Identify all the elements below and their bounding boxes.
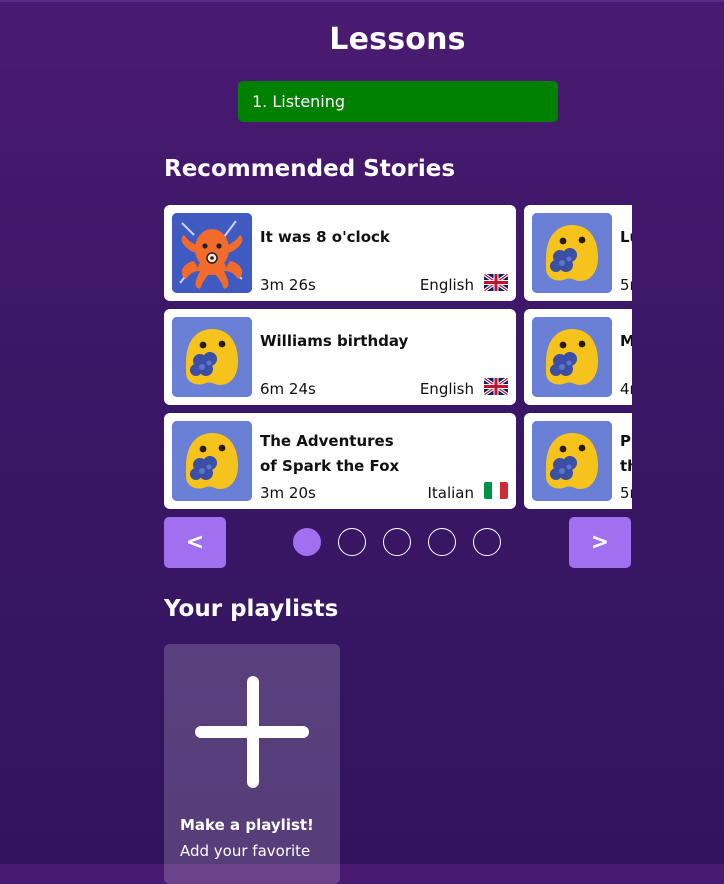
story-title-line: th (620, 457, 632, 475)
yellow-blob-with-blueberries-image (532, 213, 612, 293)
yellow-blob-with-blueberries-image (532, 317, 612, 397)
italy-flag-icon (484, 482, 508, 499)
lesson-selector[interactable]: 1. Listening (238, 81, 558, 122)
story-language: English (419, 276, 474, 294)
story-card[interactable]: It was 8 o'clock 3m 26s English (164, 205, 516, 301)
top-border (0, 0, 724, 2)
uk-flag-icon (484, 378, 508, 395)
create-playlist-card[interactable]: Make a playlist! Add your favorite (164, 644, 340, 884)
yellow-blob-with-blueberries-image (172, 317, 252, 397)
story-duration: 4r (620, 380, 632, 398)
story-title: It was 8 o'clock (260, 228, 390, 246)
story-duration: 3m 20s (260, 484, 316, 502)
page-dot-5[interactable] (473, 528, 501, 556)
story-card[interactable]: Pi th 5r (524, 413, 632, 509)
story-duration: 3m 26s (260, 276, 316, 294)
yellow-blob-with-blueberries-image (532, 421, 612, 501)
prev-page-button[interactable]: < (164, 517, 226, 568)
stories-carousel: It was 8 o'clock 3m 26s English L 5 Will… (164, 205, 632, 509)
create-playlist-subtext: Add your favorite (180, 842, 311, 860)
story-card[interactable]: The Adventures of Spark the Fox 3m 20s I… (164, 413, 516, 509)
page-dot-1[interactable] (293, 528, 321, 556)
story-title: The Adventures of Spark the Fox (260, 429, 420, 479)
octopus-image (172, 213, 252, 293)
lesson-selector-label: 1. Listening (252, 92, 346, 111)
playlists-heading: Your playlists (164, 596, 339, 622)
story-card[interactable]: M 4r (524, 309, 632, 405)
story-title-line: The Adventures (260, 432, 394, 450)
story-duration: 5r (620, 276, 632, 294)
page-dot-2[interactable] (338, 528, 366, 556)
story-title: M (620, 332, 632, 350)
story-title: Lu (620, 228, 632, 246)
create-playlist-heading: Make a playlist! (180, 816, 314, 834)
story-title: Pi th (620, 429, 632, 479)
page-title: Lessons (329, 22, 466, 57)
story-title: Williams birthday (260, 332, 409, 350)
story-language: Italian (427, 484, 474, 502)
story-title-line: Pi (620, 432, 632, 450)
page-dot-4[interactable] (428, 528, 456, 556)
uk-flag-icon (484, 274, 508, 291)
story-language: English (419, 380, 474, 398)
story-duration: 6m 24s (260, 380, 316, 398)
recommended-stories-heading: Recommended Stories (164, 156, 456, 182)
story-card[interactable]: Williams birthday 6m 24s English (164, 309, 516, 405)
next-page-button[interactable]: > (569, 517, 631, 568)
page-dot-3[interactable] (383, 528, 411, 556)
story-title-line: of Spark the Fox (260, 457, 400, 475)
story-card[interactable]: Lu 5r (524, 205, 632, 301)
story-duration: 5r (620, 484, 632, 502)
yellow-blob-with-blueberries-image (172, 421, 252, 501)
